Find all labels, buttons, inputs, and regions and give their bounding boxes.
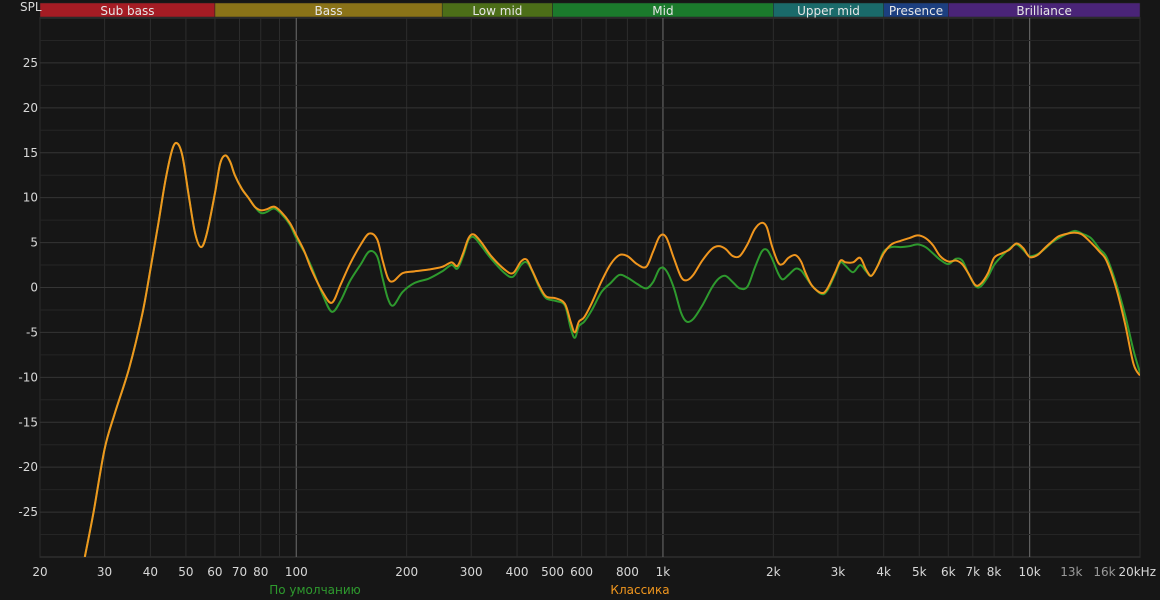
y-tick-label-3: 10: [23, 191, 38, 205]
legend-item-0: По умолчанию: [269, 583, 361, 597]
band-label-3: Mid: [652, 4, 673, 18]
x-tick-label-21: 8k: [987, 565, 1002, 579]
x-tick-label-14: 1k: [656, 565, 671, 579]
x-tick-label-15: 2k: [766, 565, 781, 579]
x-tick-label-12: 600: [570, 565, 593, 579]
x-tick-label-18: 5k: [912, 565, 927, 579]
x-tick-label-2: 40: [143, 565, 158, 579]
frequency-response-chart: Sub bass Bass Low mid Mid Upper mid Presence B…: [0, 0, 1160, 600]
x-tick-label-6: 80: [253, 565, 268, 579]
x-tick-label-5: 70: [232, 565, 247, 579]
plot-background: [0, 0, 1160, 600]
x-tick-label-22: 10k: [1019, 565, 1041, 579]
x-tick-label-24: 16k: [1093, 565, 1115, 579]
y-tick-label-6: -5: [26, 325, 38, 339]
y-tick-label-8: -15: [18, 415, 38, 429]
x-tick-label-11: 500: [541, 565, 564, 579]
x-tick-label-4: 60: [207, 565, 222, 579]
x-tick-label-1: 30: [97, 565, 112, 579]
y-tick-label-5: 0: [30, 281, 38, 295]
legend-item-1: Классика: [610, 583, 669, 597]
x-tick-label-7: 100: [285, 565, 308, 579]
y-tick-label-2: 15: [23, 146, 38, 160]
x-tick-label-23: 13k: [1060, 565, 1082, 579]
x-tick-label-10: 400: [506, 565, 529, 579]
band-label-4: Upper mid: [797, 4, 860, 18]
band-label-6: Brilliance: [1016, 4, 1071, 18]
y-axis-label: SPL: [20, 0, 42, 14]
y-tick-label-4: 5: [30, 236, 38, 250]
x-tick-label-19: 6k: [941, 565, 956, 579]
x-tick-label-9: 300: [460, 565, 483, 579]
y-tick-label-9: -20: [18, 460, 38, 474]
band-label-0: Sub bass: [100, 4, 154, 18]
x-tick-label-0: 20: [32, 565, 47, 579]
band-label-5: Presence: [889, 4, 943, 18]
x-tick-label-8: 200: [395, 565, 418, 579]
x-tick-label-16: 3k: [831, 565, 846, 579]
x-tick-label-3: 50: [178, 565, 193, 579]
frequency-bands: Sub bass Bass Low mid Mid Upper mid Presence B…: [39, 2, 1141, 18]
band-label-1: Bass: [315, 4, 343, 18]
x-tick-label-25: 20kHz: [1118, 565, 1156, 579]
y-tick-label-0: 25: [23, 56, 38, 70]
y-tick-label-7: -10: [18, 370, 38, 384]
y-tick-label-1: 20: [23, 101, 38, 115]
band-label-2: Low mid: [472, 4, 522, 18]
y-tick-label-10: -25: [18, 505, 38, 519]
x-tick-label-20: 7k: [966, 565, 981, 579]
x-tick-label-13: 800: [616, 565, 639, 579]
x-tick-label-17: 4k: [876, 565, 891, 579]
